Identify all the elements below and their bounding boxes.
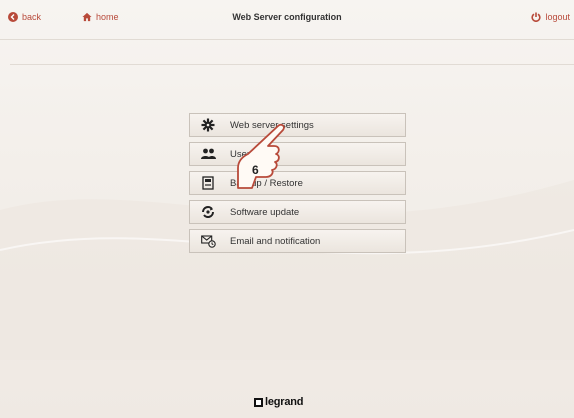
- menu-item-web-server-settings[interactable]: Web server settings: [189, 113, 406, 137]
- divider: [10, 64, 574, 65]
- legrand-logo: legrand: [254, 396, 304, 408]
- menu-item-label: Email and notification: [230, 235, 321, 247]
- menu-item-label: Web server settings: [230, 119, 314, 131]
- step-number-badge: 6: [252, 163, 259, 177]
- software-update-icon: [200, 204, 216, 220]
- menu-item-users[interactable]: Users: [189, 142, 406, 166]
- logo-text: legrand: [265, 396, 304, 408]
- menu-item-label: Users: [230, 148, 255, 160]
- power-icon: [531, 12, 542, 22]
- users-icon: [200, 146, 216, 162]
- menu-item-software-update[interactable]: Software update: [189, 200, 406, 224]
- menu-item-label: Backup / Restore: [230, 177, 303, 189]
- logo-mark: [254, 397, 263, 407]
- logout-label: logout: [545, 12, 570, 22]
- top-bar: back home Web Server configuration logou…: [0, 0, 574, 40]
- menu-item-label: Software update: [230, 206, 300, 218]
- backup-icon: [200, 175, 216, 191]
- settings-menu: Web server settings Users Backup / Resto…: [189, 113, 406, 258]
- email-notification-icon: [200, 233, 216, 249]
- gear-icon: [200, 117, 216, 133]
- menu-item-email-notification[interactable]: Email and notification: [189, 229, 406, 253]
- page-title: Web Server configuration: [232, 12, 342, 22]
- logout-link[interactable]: logout: [531, 12, 570, 22]
- menu-item-backup-restore[interactable]: Backup / Restore: [189, 171, 406, 195]
